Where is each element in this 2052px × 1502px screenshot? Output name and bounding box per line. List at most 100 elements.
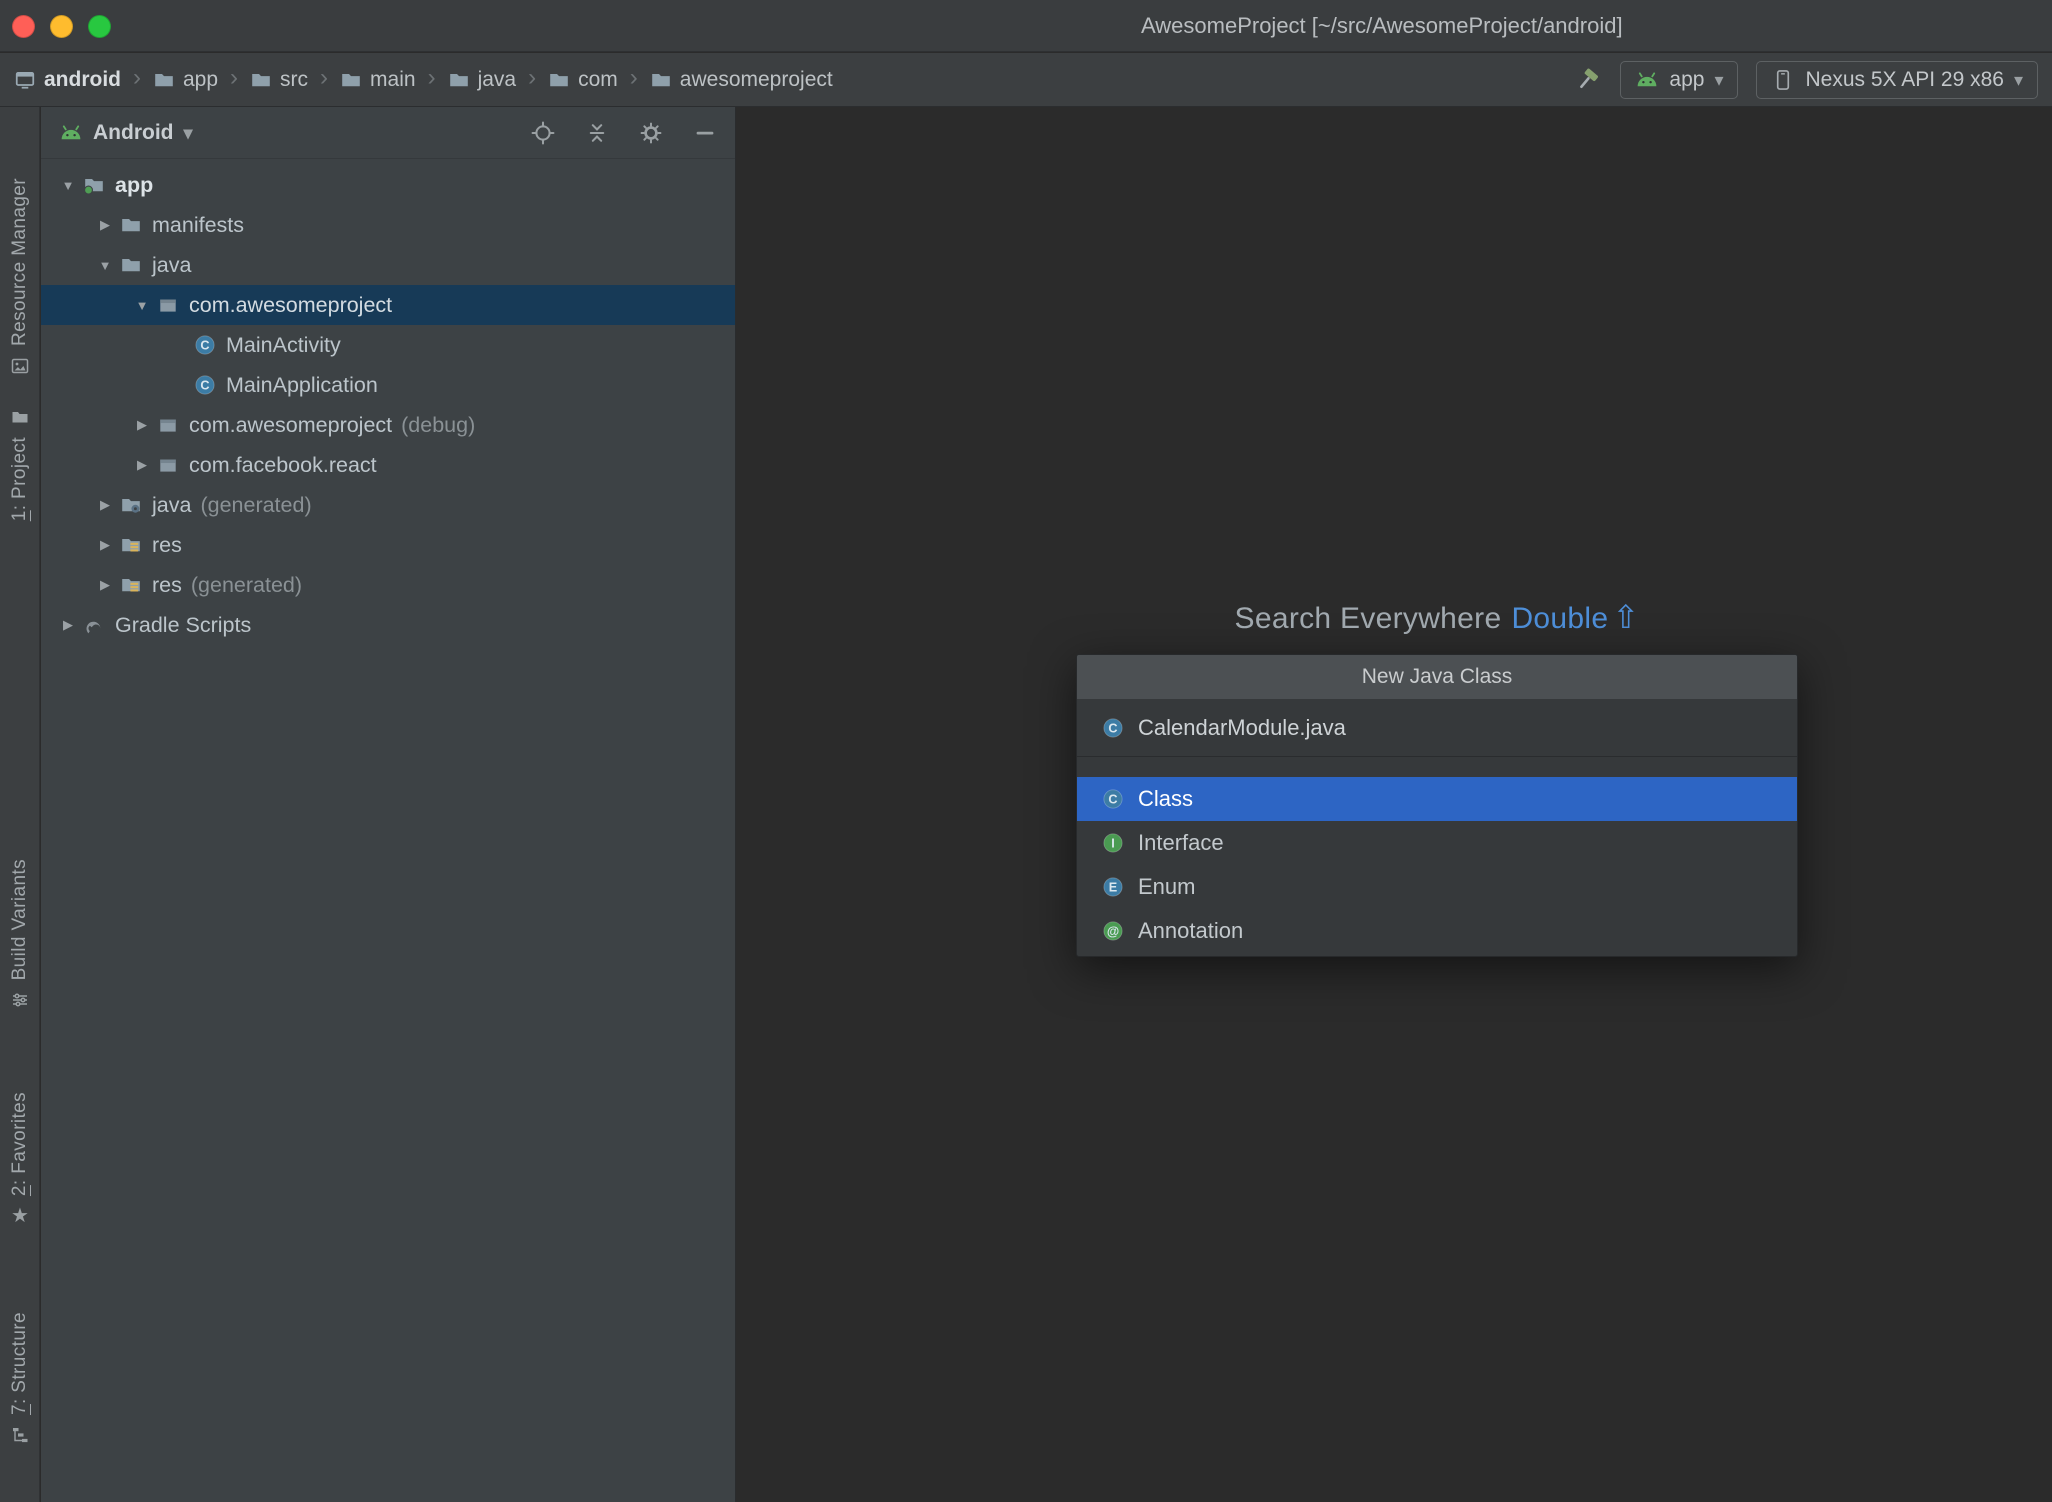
breadcrumb-item-main[interactable]: main [340, 68, 416, 92]
kind-option-label: Class [1138, 786, 1194, 811]
class-icon: C [193, 373, 217, 397]
collapse-arrow-icon[interactable]: ▼ [128, 298, 156, 313]
tool-window-stripe: Resource Manager 1: Project Build Variants… [0, 107, 40, 1502]
settings-gear-icon[interactable] [639, 121, 663, 145]
tree-item-gradle-scripts[interactable]: ▶ Gradle Scripts [41, 605, 735, 645]
tree-item-res[interactable]: ▶ res [41, 525, 735, 565]
kind-option-enum[interactable]: E Enum [1077, 865, 1797, 909]
kind-option-class[interactable]: C Class [1077, 777, 1797, 821]
tree-item-label: res [152, 532, 182, 557]
res-folder-icon [119, 533, 143, 557]
android-icon [59, 121, 83, 145]
toolbar-right: app ▾ Nexus 5X API 29 x86 ▾ [1572, 60, 2038, 99]
svg-text:C: C [1108, 793, 1117, 807]
zoom-button[interactable] [88, 15, 111, 38]
tree-item-res-generated[interactable]: ▶ res (generated) [41, 565, 735, 605]
class-icon: C [1101, 716, 1125, 740]
expand-arrow-icon[interactable]: ▶ [91, 497, 119, 513]
android-icon [1635, 68, 1659, 92]
svg-text:I: I [1111, 837, 1115, 851]
tree-item-label: manifests [152, 212, 245, 237]
tree-item-label: MainApplication [226, 372, 378, 397]
tree-item-label: app [115, 172, 154, 197]
breadcrumb-label: android [44, 67, 121, 91]
folder-icon [650, 69, 672, 91]
tree-item-label: com.facebook.react [189, 452, 377, 477]
collapse-arrow-icon[interactable]: ▼ [91, 258, 119, 273]
project-view-selector[interactable]: Android ▾ [59, 121, 193, 145]
star-icon: ★ [11, 1205, 29, 1228]
breadcrumb-label: awesomeproject [679, 67, 833, 91]
tool-window-label: 2: Favorites [9, 1092, 30, 1197]
tool-window-button-7-structure[interactable]: 7: Structure [0, 1312, 40, 1445]
interface-icon: I [1101, 831, 1125, 855]
tree-item-java[interactable]: ▼ java [41, 245, 735, 285]
tool-window-button-1-project[interactable]: 1: Project [0, 407, 40, 521]
run-configuration-select[interactable]: app ▾ [1620, 60, 1739, 99]
expand-arrow-icon[interactable]: ▶ [91, 537, 119, 553]
annotation-icon: @ [1101, 919, 1125, 943]
project-panel-header: Android ▾ [41, 107, 735, 159]
folder-icon [250, 69, 272, 91]
enum-icon: E [1101, 875, 1125, 899]
kind-option-label: Interface [1138, 830, 1224, 855]
tree-item-mainapplication[interactable]: C MainApplication [41, 365, 735, 405]
breadcrumb-separator: › [427, 63, 436, 91]
project-tree: ▼ app ▶ manifests ▼ java ▼ com.awesomeproject C M… [41, 159, 735, 645]
tree-item-com-awesomeproject[interactable]: ▼ com.awesomeproject [41, 285, 735, 325]
breadcrumb-label: com [578, 67, 618, 91]
class-name-value: CalendarModule.java [1138, 714, 1346, 740]
close-button[interactable] [12, 15, 35, 38]
breadcrumb-item-app[interactable]: app [153, 68, 218, 92]
expand-arrow-icon[interactable]: ▶ [91, 577, 119, 593]
breadcrumb-item-android[interactable]: android [14, 68, 121, 92]
tool-window-button-resource-manager[interactable]: Resource Manager [0, 178, 40, 376]
breadcrumb-item-awesomeproject[interactable]: awesomeproject [650, 68, 833, 92]
search-everywhere-label: Search Everywhere [1234, 602, 1502, 635]
project-folder-icon [10, 407, 30, 427]
tool-window-button-build-variants[interactable]: Build Variants [0, 859, 40, 1010]
collapse-all-icon[interactable] [585, 121, 609, 145]
locate-icon[interactable] [531, 121, 555, 145]
hammer-icon[interactable] [1572, 65, 1602, 95]
breadcrumb-label: java [477, 67, 517, 91]
kind-option-annotation[interactable]: @ Annotation [1077, 909, 1797, 953]
kind-option-interface[interactable]: I Interface [1077, 821, 1797, 865]
minimize-button[interactable] [50, 15, 73, 38]
folder-icon [153, 69, 175, 91]
breadcrumb-item-src[interactable]: src [250, 68, 308, 92]
tree-item-com-facebook-react[interactable]: ▶ com.facebook.react [41, 445, 735, 485]
module-folder-icon [82, 173, 106, 197]
folder-icon [548, 69, 570, 91]
svg-text:C: C [200, 379, 209, 393]
tree-item-label: MainActivity [226, 332, 341, 357]
class-name-input[interactable]: C CalendarModule.java [1077, 699, 1797, 757]
tree-item-mainactivity[interactable]: C MainActivity [41, 325, 735, 365]
tree-item-label: java [152, 492, 192, 517]
tree-item-java-generated[interactable]: ▶ java (generated) [41, 485, 735, 525]
device-select[interactable]: Nexus 5X API 29 x86 ▾ [1756, 60, 2038, 99]
expand-arrow-icon[interactable]: ▶ [91, 217, 119, 233]
hide-icon[interactable] [693, 121, 717, 145]
folder-icon [448, 69, 470, 91]
package-icon [156, 293, 180, 317]
collapse-arrow-icon[interactable]: ▼ [54, 178, 82, 193]
window-controls [12, 15, 111, 38]
tree-item-manifests[interactable]: ▶ manifests [41, 205, 735, 245]
kind-option-label: Enum [1138, 874, 1196, 899]
expand-arrow-icon[interactable]: ▶ [54, 617, 82, 633]
tree-item-app[interactable]: ▼ app [41, 165, 735, 205]
breadcrumb-item-java[interactable]: java [448, 67, 517, 92]
tree-item-com-awesomeproject-debug[interactable]: ▶ com.awesomeproject (debug) [41, 405, 735, 445]
expand-arrow-icon[interactable]: ▶ [128, 457, 156, 473]
tool-window-button-2-favorites[interactable]: 2: Favorites ★ [0, 1092, 40, 1226]
sliders-icon [10, 990, 30, 1010]
breadcrumb-label: main [370, 67, 416, 91]
class-icon: C [1101, 787, 1125, 811]
gradle-icon [82, 613, 106, 637]
expand-arrow-icon[interactable]: ▶ [128, 417, 156, 433]
tree-item-qualifier: (generated) [190, 572, 303, 597]
folder-icon [119, 253, 143, 277]
svg-text:@: @ [1107, 925, 1119, 939]
breadcrumb-item-com[interactable]: com [548, 68, 618, 92]
